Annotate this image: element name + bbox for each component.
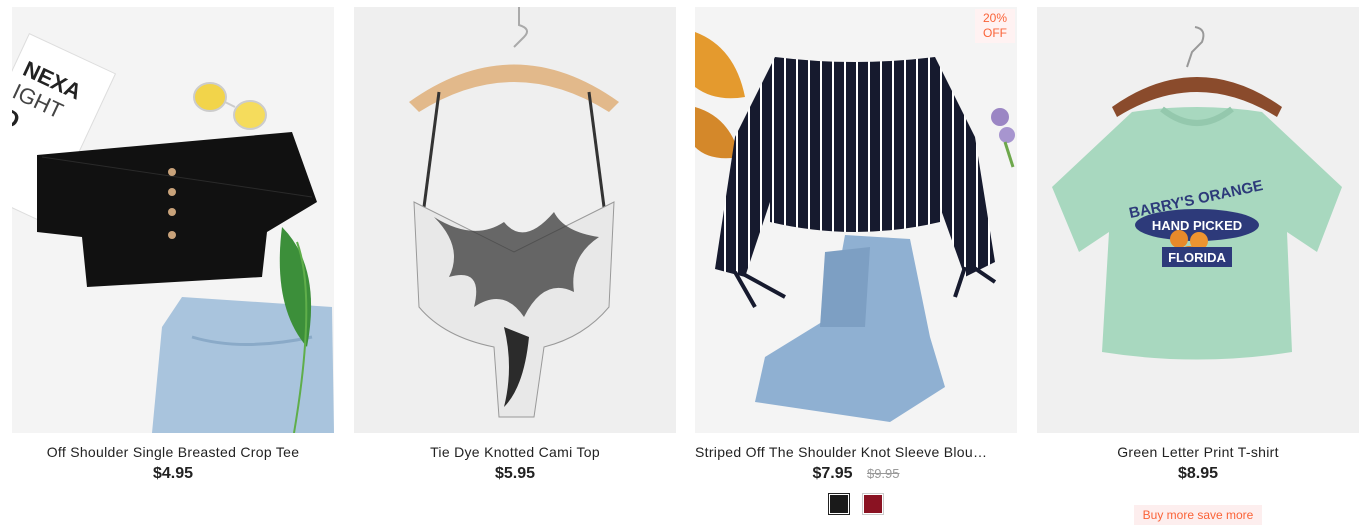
- product-price: $7.95: [812, 465, 853, 482]
- product-card[interactable]: NEXA IGHT D D Off Shoulder S: [12, 7, 334, 483]
- product-title[interactable]: Tie Dye Knotted Cami Top: [354, 444, 676, 460]
- green-tshirt-photo: BARRY'S ORANGE HAND PICKED FLORIDA: [1037, 7, 1359, 433]
- crop-tee-photo: NEXA IGHT D D: [12, 7, 334, 433]
- product-card[interactable]: 20% OFF Striped Off The Shoulder Knot Sl…: [695, 7, 1017, 515]
- color-swatch-red[interactable]: [862, 493, 885, 515]
- product-image[interactable]: [354, 7, 676, 433]
- product-grid: NEXA IGHT D D Off Shoulder S: [0, 0, 1371, 531]
- original-price: $9.95: [866, 466, 900, 481]
- color-swatches: [695, 493, 1017, 515]
- color-swatch-black[interactable]: [827, 493, 850, 515]
- product-title[interactable]: Striped Off The Shoulder Knot Sleeve Blo…: [695, 444, 1017, 460]
- product-card[interactable]: BARRY'S ORANGE HAND PICKED FLORIDA Green…: [1037, 7, 1359, 525]
- product-price: $8.95: [1177, 465, 1219, 482]
- promo-badge[interactable]: Buy more save more: [1133, 505, 1263, 525]
- svg-text:HAND PICKED: HAND PICKED: [1152, 218, 1242, 233]
- product-image[interactable]: 20% OFF: [695, 7, 1017, 433]
- product-price: $5.95: [494, 465, 536, 482]
- product-card[interactable]: Tie Dye Knotted Cami Top $5.95: [354, 7, 676, 483]
- striped-blouse-photo: [695, 7, 1017, 433]
- product-image[interactable]: BARRY'S ORANGE HAND PICKED FLORIDA: [1037, 7, 1359, 433]
- product-image[interactable]: NEXA IGHT D D: [12, 7, 334, 433]
- cami-top-photo: [354, 7, 676, 433]
- svg-text:FLORIDA: FLORIDA: [1168, 250, 1226, 265]
- discount-badge: 20% OFF: [975, 9, 1015, 43]
- product-title[interactable]: Off Shoulder Single Breasted Crop Tee: [12, 444, 334, 460]
- product-title[interactable]: Green Letter Print T-shirt: [1037, 444, 1359, 460]
- product-price: $4.95: [152, 465, 194, 482]
